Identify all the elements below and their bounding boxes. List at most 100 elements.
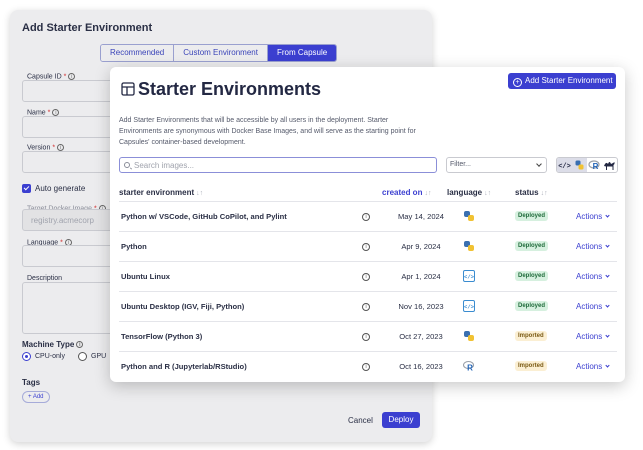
created-date: Apr 9, 2024 [401,242,441,251]
add-starter-environment-button[interactable]: + Add Starter Environment [508,73,616,89]
chevron-down-icon [536,161,542,167]
camel-icon[interactable] [602,158,617,172]
environment-name: Ubuntu Linux [121,272,170,281]
description-label: Description [27,275,63,282]
created-date: Nov 16, 2023 [398,302,444,311]
column-header-language[interactable]: language ↓↑ [447,188,491,197]
actions-dropdown[interactable]: Actions [576,362,610,371]
created-date: May 14, 2024 [397,212,444,221]
code-icon: </> [463,300,475,312]
info-icon[interactable]: i [362,303,370,311]
status-badge: Imported [515,361,547,371]
actions-dropdown[interactable]: Actions [576,272,610,281]
capsule-id-field[interactable] [22,80,122,102]
svg-text:R: R [593,162,599,171]
created-date: Apr 1, 2024 [401,272,441,281]
table-row[interactable]: Python and R (Jupyterlab/RStudio) i Oct … [110,351,625,381]
table-row[interactable]: Python w/ VSCode, GitHub CoPilot, and Py… [110,201,625,231]
cpu-only-radio[interactable] [22,352,31,361]
tab-recommended[interactable]: Recommended [101,45,175,61]
machine-type-label: Machine Type i [22,340,84,349]
starter-environments-panel: Starter Environments + Add Starter Enviro… [110,67,625,382]
python-icon[interactable] [572,158,587,172]
environment-name: TensorFlow (Python 3) [121,332,203,341]
sort-icon: ↓↑ [424,190,432,197]
created-date: Oct 27, 2023 [399,332,443,341]
chevron-down-icon [605,243,610,248]
table-row[interactable]: Python i Apr 9, 2024 Deployed Actions [110,231,625,261]
status-badge: Deployed [515,211,549,221]
language-toggle: </> R [556,157,618,173]
sort-icon: ↓↑ [196,190,204,197]
info-icon[interactable]: i [362,213,370,221]
info-icon: i [76,341,84,349]
r-icon: R [463,360,475,372]
code-icon[interactable]: </> [557,158,572,172]
python-icon [464,211,474,221]
tags-label: Tags [22,378,41,387]
gpu-radio[interactable] [78,352,87,361]
search-input[interactable] [134,160,424,171]
tab-custom-environment[interactable]: Custom Environment [174,45,268,61]
actions-dropdown[interactable]: Actions [576,332,610,341]
status-badge: Deployed [515,241,549,251]
python-icon [464,331,474,341]
info-icon[interactable]: i [362,243,370,251]
environment-name: Ubuntu Desktop (IGV, Fiji, Python) [121,302,245,311]
environment-name: Python [121,242,147,251]
chevron-down-icon [605,333,610,338]
column-header-created-on[interactable]: created on ↓↑ [382,188,431,197]
r-icon[interactable]: R [587,158,602,172]
created-date: Oct 16, 2023 [399,362,443,371]
actions-dropdown[interactable]: Actions [576,212,610,221]
code-icon: </> [463,270,475,282]
dialog-title: Add Starter Environment [22,22,153,34]
info-icon[interactable]: i [362,363,370,371]
cpu-only-label: CPU-only [35,353,65,360]
description-field[interactable] [22,282,122,334]
language-field[interactable] [22,245,122,267]
column-header-status[interactable]: status ↓↑ [515,188,548,197]
info-icon: i [68,73,76,80]
column-header-starter-environment[interactable]: starter environment ↓↑ [119,188,203,197]
name-field[interactable] [22,116,122,138]
gpu-label: GPU [91,353,107,360]
actions-dropdown[interactable]: Actions [576,302,610,311]
info-icon[interactable]: i [362,333,370,341]
chevron-down-icon [605,363,610,368]
svg-text:R: R [467,364,473,373]
auto-generate-label: Auto generate [35,184,86,193]
chevron-down-icon [605,273,610,278]
svg-text:</>: </> [558,163,571,171]
source-tabs: Recommended Custom Environment From Caps… [100,44,338,62]
status-badge: Deployed [515,301,549,311]
page-title: Starter Environments [138,79,322,99]
status-badge: Imported [515,331,547,341]
svg-text:</>: </> [464,274,475,281]
tab-from-capsule[interactable]: From Capsule [267,45,337,61]
version-field[interactable] [22,151,122,173]
environment-name: Python w/ VSCode, GitHub CoPilot, and Py… [121,212,287,221]
cancel-button[interactable]: Cancel [348,416,373,425]
status-badge: Deployed [515,271,549,281]
search-box [119,157,437,173]
add-tag-button[interactable]: + Add [22,391,50,403]
sort-icon: ↓↑ [540,190,548,197]
plus-circle-icon: + [513,78,522,87]
actions-dropdown[interactable]: Actions [576,242,610,251]
table-row[interactable]: Ubuntu Desktop (IGV, Fiji, Python) i Nov… [110,291,625,321]
table-row[interactable]: Ubuntu Linux i Apr 1, 2024 </> Deployed … [110,261,625,291]
table-row[interactable]: TensorFlow (Python 3) i Oct 27, 2023 Imp… [110,321,625,351]
info-icon: i [57,144,65,151]
target-docker-image-field: registry.acmecorp [22,209,122,231]
filter-select[interactable]: Filter... [446,157,547,173]
chevron-down-icon [605,213,610,218]
svg-text:</>: </> [464,304,475,311]
auto-generate-checkbox[interactable] [22,184,31,193]
info-icon[interactable]: i [362,273,370,281]
info-icon: i [52,109,60,116]
environment-name: Python and R (Jupyterlab/RStudio) [121,362,247,371]
sort-icon: ↓↑ [484,190,492,197]
chevron-down-icon [605,303,610,308]
deploy-button[interactable]: Deploy [382,412,420,428]
